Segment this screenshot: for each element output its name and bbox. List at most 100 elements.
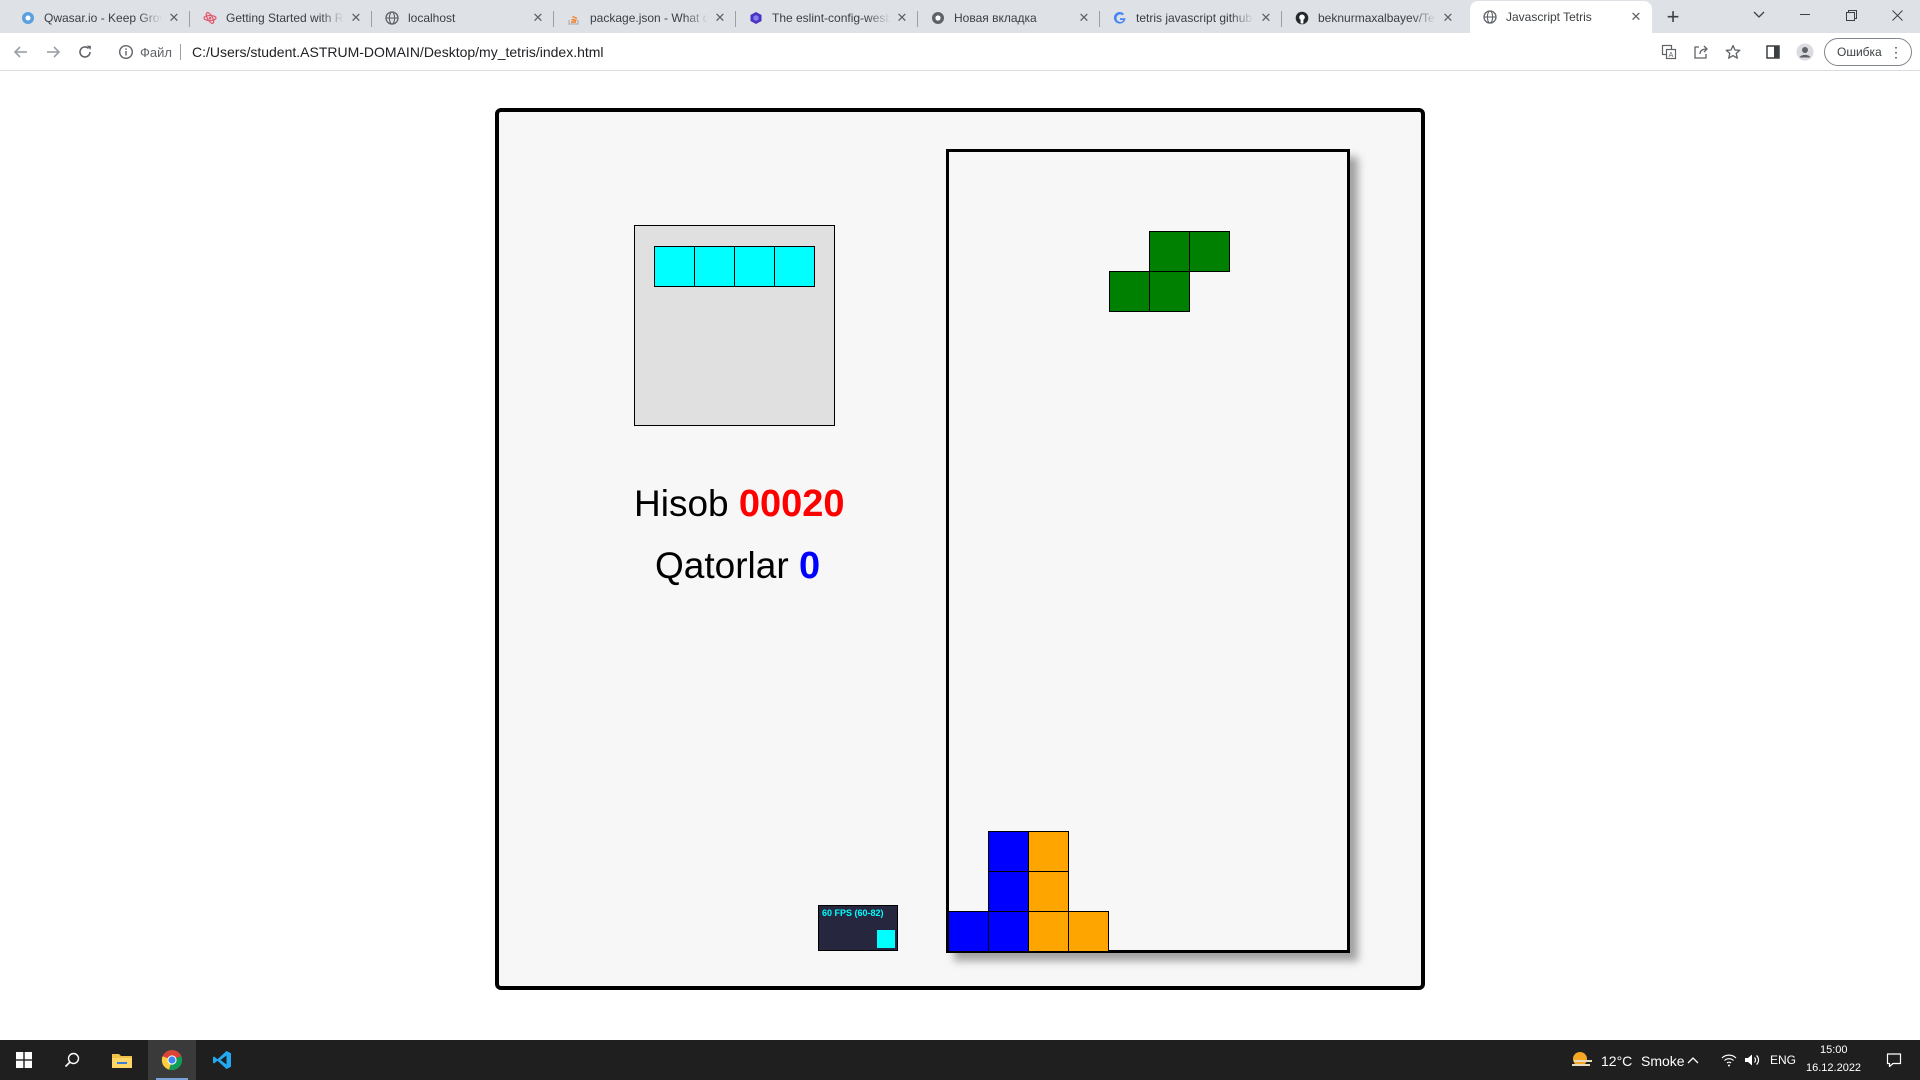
score-label: Hisob (634, 483, 729, 524)
error-button-label: Ошибка (1837, 45, 1882, 59)
tab-eslint-config[interactable]: The eslint-config-wesbos ✕ (736, 3, 918, 33)
weather-condition[interactable]: Smoke (1641, 1053, 1685, 1069)
tetris-container: Hisob 00020 Qatorlar 0 60 FPS (60-82) (495, 108, 1425, 990)
lines-value: 0 (798, 545, 821, 587)
next-piece-cell (654, 246, 695, 287)
tab-github-repo[interactable]: beknurmaxalbayev/Tetris ✕ (1282, 3, 1464, 33)
clock-time[interactable]: 15:00 (1820, 1044, 1848, 1056)
file-explorer-icon (112, 1054, 132, 1068)
tab-localhost[interactable]: localhost ✕ (372, 3, 554, 33)
tab-close-icon[interactable]: ✕ (1628, 9, 1644, 25)
svg-text:A: A (1669, 52, 1674, 59)
clock-date[interactable]: 16.12.2022 (1806, 1062, 1861, 1074)
tab-title: Getting Started with React (226, 11, 344, 25)
locked-cell (988, 831, 1029, 872)
info-icon[interactable] (118, 44, 134, 60)
stackoverflow-icon (566, 10, 582, 26)
address-url[interactable]: C:/Users/student.ASTRUM-DOMAIN/Desktop/m… (192, 44, 604, 60)
react-icon (202, 10, 218, 26)
next-piece-cell (774, 246, 815, 287)
tab-package-json[interactable]: package.json - What does ✕ (554, 3, 736, 33)
weather-icon[interactable] (1558, 1040, 1606, 1080)
tab-close-icon[interactable]: ✕ (1258, 10, 1274, 26)
windows-taskbar: 12°C Smoke ENG 15:00 16.12.2022 (0, 1040, 1920, 1080)
tab-qwasar[interactable]: Qwasar.io - Keep Growing ✕ (8, 3, 190, 33)
new-tab-button[interactable]: + (1660, 5, 1686, 31)
tab-close-icon[interactable]: ✕ (530, 10, 546, 26)
locked-cell (1028, 911, 1069, 952)
page-content: Hisob 00020 Qatorlar 0 60 FPS (60-82) (0, 71, 1920, 1039)
weather-temperature[interactable]: 12°C (1601, 1053, 1632, 1069)
search-button[interactable] (48, 1040, 96, 1080)
tab-react-guide[interactable]: Getting Started with React ✕ (190, 3, 372, 33)
tab-google-search[interactable]: tetris javascript github ✕ (1100, 3, 1282, 33)
falling-piece-cell (1149, 231, 1190, 272)
profile-avatar-icon[interactable] (1793, 40, 1817, 64)
tab-close-icon[interactable]: ✕ (894, 10, 910, 26)
globe-icon (384, 10, 400, 26)
next-piece-preview (634, 225, 835, 426)
more-menu-icon[interactable]: ⋮ (1889, 39, 1903, 65)
tray-chevron-up-icon[interactable] (1681, 1040, 1705, 1080)
score-display: Hisob 00020 (634, 483, 845, 526)
translate-icon[interactable]: A (1657, 40, 1681, 64)
reload-icon (79, 45, 91, 58)
lines-label: Qatorlar (655, 545, 789, 586)
language-indicator[interactable]: ENG (1770, 1053, 1796, 1067)
vscode-icon (213, 1051, 231, 1069)
eslint-icon (748, 10, 764, 26)
forward-arrow-icon (47, 46, 61, 58)
locked-cell (988, 911, 1029, 952)
side-panel-icon[interactable] (1761, 40, 1785, 64)
restore-button[interactable] (1828, 0, 1874, 30)
bookmark-star-icon[interactable] (1721, 40, 1745, 64)
tab-title: The eslint-config-wesbos (772, 11, 890, 25)
tab-title: tetris javascript github (1136, 11, 1253, 25)
tab-new-tab[interactable]: Новая вкладка ✕ (918, 3, 1100, 33)
tab-javascript-tetris[interactable]: Javascript Tetris ✕ (1470, 1, 1652, 33)
browser-toolbar: Файл C:/Users/student.ASTRUM-DOMAIN/Desk… (0, 33, 1920, 71)
share-icon[interactable] (1689, 40, 1713, 64)
address-scheme-label: Файл (140, 45, 172, 60)
vscode-taskbar-button[interactable] (198, 1040, 246, 1080)
tab-title: Javascript Tetris (1506, 10, 1592, 24)
notifications-icon[interactable] (1870, 1040, 1918, 1080)
fps-meter: 60 FPS (60-82) (818, 905, 898, 951)
fps-graph (877, 930, 895, 948)
windows-logo-icon (16, 1052, 32, 1068)
next-piece-cell (734, 246, 775, 287)
tab-close-icon[interactable]: ✕ (348, 10, 364, 26)
error-button[interactable]: Ошибка ⋮ (1824, 38, 1912, 66)
locked-cell (1028, 871, 1069, 912)
tab-title: localhost (408, 11, 456, 25)
address-divider (180, 44, 181, 60)
network-icon[interactable] (1718, 1040, 1740, 1080)
address-bar[interactable]: Файл C:/Users/student.ASTRUM-DOMAIN/Desk… (108, 37, 1898, 67)
close-window-button[interactable] (1874, 0, 1920, 30)
falling-piece-cell (1189, 231, 1230, 272)
locked-cell (1028, 831, 1069, 872)
file-explorer-button[interactable] (98, 1040, 146, 1080)
tab-close-icon[interactable]: ✕ (1440, 10, 1456, 26)
forward-button[interactable] (41, 40, 65, 64)
browser-tab-strip: Qwasar.io - Keep Growing ✕ Getting Start… (0, 0, 1920, 33)
tab-close-icon[interactable]: ✕ (1076, 10, 1092, 26)
volume-icon[interactable] (1741, 1040, 1763, 1080)
globe-icon (1482, 9, 1498, 25)
minimize-button[interactable] (1782, 0, 1828, 30)
github-icon (1294, 10, 1310, 26)
tab-title: package.json - What does (590, 11, 708, 25)
tetris-board[interactable] (946, 149, 1350, 953)
chrome-taskbar-button[interactable] (148, 1040, 196, 1080)
start-button[interactable] (0, 1040, 48, 1080)
tab-close-icon[interactable]: ✕ (166, 10, 182, 26)
search-icon (64, 1052, 80, 1068)
falling-piece-cell (1149, 271, 1190, 312)
tab-search-chevron-icon[interactable] (1736, 0, 1782, 30)
lines-display: Qatorlar 0 (655, 545, 820, 588)
next-piece-cell (694, 246, 735, 287)
locked-cell (1068, 911, 1109, 952)
back-button[interactable] (9, 40, 33, 64)
reload-button[interactable] (73, 40, 97, 64)
tab-close-icon[interactable]: ✕ (712, 10, 728, 26)
